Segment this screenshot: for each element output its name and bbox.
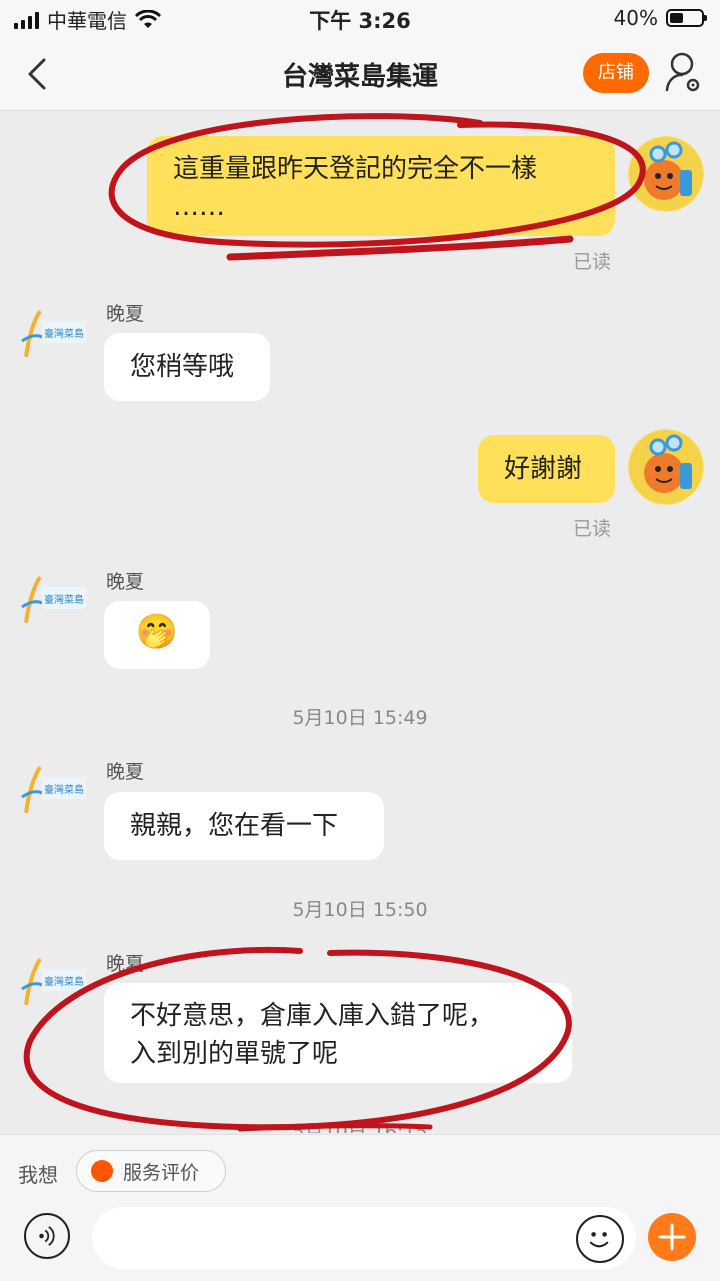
service-review-label: 服务评价 xyxy=(123,1161,200,1184)
message-text-line: 入到別的單號了呢 xyxy=(130,1039,339,1069)
smiley-icon[interactable] xyxy=(576,1215,624,1263)
message-text-line: …… xyxy=(173,192,225,222)
timestamp: 5月10日 16:15 xyxy=(292,1121,428,1133)
sender-name: 晚夏 xyxy=(106,303,145,325)
other-message-bubble[interactable]: 親親，您在看一下 xyxy=(104,792,384,860)
shop-logo-avatar[interactable]: 臺灣菜島 xyxy=(18,753,94,829)
service-review-button[interactable]: 服务评价 xyxy=(76,1150,226,1192)
message-input[interactable] xyxy=(92,1207,636,1269)
status-right: 40% xyxy=(613,6,707,30)
composer-bar: 我想 服务评价 xyxy=(0,1134,720,1281)
read-status: 已读 xyxy=(573,518,612,540)
my-avatar[interactable] xyxy=(628,429,704,505)
other-message-bubble[interactable]: 🤭 xyxy=(104,601,210,669)
cartoon-avatar-icon xyxy=(629,430,703,504)
plus-icon[interactable] xyxy=(648,1213,696,1261)
shop-logo-avatar[interactable]: 臺灣菜島 xyxy=(18,945,94,1021)
chat-header: 台灣菜島集運 店铺 xyxy=(0,38,720,111)
read-status: 已读 xyxy=(573,251,612,273)
cartoon-avatar-icon xyxy=(629,137,703,211)
message-text-line: 這重量跟昨天登記的完全不一樣 xyxy=(173,154,538,184)
svg-text:臺灣菜島: 臺灣菜島 xyxy=(44,975,84,988)
other-message-bubble[interactable]: 您稍等哦 xyxy=(104,333,270,401)
my-message-bubble[interactable]: 這重量跟昨天登記的完全不一樣 …… xyxy=(147,136,615,236)
service-review-icon xyxy=(91,1160,113,1182)
my-message-bubble[interactable]: 好謝謝 xyxy=(478,435,615,503)
voice-icon[interactable] xyxy=(24,1213,70,1259)
svg-text:臺灣菜島: 臺灣菜島 xyxy=(44,593,84,606)
svg-text:臺灣菜島: 臺灣菜島 xyxy=(44,783,84,796)
battery-percent: 40% xyxy=(613,6,658,30)
message-text: 您稍等哦 xyxy=(130,352,235,382)
shop-logo-avatar[interactable]: 臺灣菜島 xyxy=(18,297,94,373)
other-message-bubble[interactable]: 不好意思，倉庫入庫入錯了呢， 入到別的單號了呢 xyxy=(104,983,572,1083)
my-avatar[interactable] xyxy=(628,136,704,212)
timestamp: 5月10日 15:49 xyxy=(292,707,428,729)
svg-text:臺灣菜島: 臺灣菜島 xyxy=(44,327,84,340)
sender-name: 晚夏 xyxy=(106,571,145,593)
emoji-sticker: 🤭 xyxy=(135,612,179,652)
sender-name: 晚夏 xyxy=(106,761,145,783)
timestamp: 5月10日 15:50 xyxy=(292,899,428,921)
message-text: 親親，您在看一下 xyxy=(130,811,339,841)
quick-actions-label: 我想 xyxy=(18,1163,58,1187)
message-text-line: 不好意思，倉庫入庫入錯了呢， xyxy=(130,1001,495,1031)
battery-icon xyxy=(666,9,707,27)
shop-button[interactable]: 店铺 xyxy=(583,53,649,93)
message-text: 好謝謝 xyxy=(504,454,583,484)
sender-name: 晚夏 xyxy=(106,953,145,975)
user-gear-icon[interactable] xyxy=(664,50,704,96)
message-list[interactable]: 這重量跟昨天登記的完全不一樣 …… 已读 臺灣菜島 晚夏 您稍等哦 好謝謝 已读… xyxy=(0,111,720,1133)
status-bar: 中華電信 下午 3:26 40% xyxy=(0,0,720,38)
status-time: 下午 3:26 xyxy=(309,9,411,33)
shop-logo-avatar[interactable]: 臺灣菜島 xyxy=(18,563,94,639)
